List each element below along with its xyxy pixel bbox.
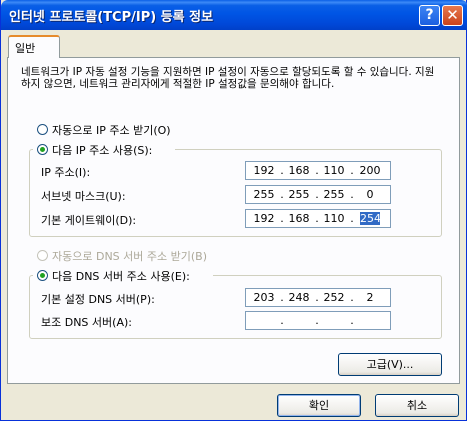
preferred-dns-octet-3: 252 (323, 291, 345, 304)
gateway-octet-3: 110 (323, 212, 345, 225)
preferred-dns-field[interactable]: 203 . 248 . 252 . 2 (245, 288, 391, 307)
octet-separator: . (350, 188, 354, 201)
octet-separator: . (350, 291, 354, 304)
tab-general[interactable]: 일반 (8, 35, 60, 58)
dialog-window: 인터넷 프로토콜(TCP/IP) 등록 정보 ? ✕ 일반 네트워크가 IP 자… (0, 0, 467, 421)
octet-separator: . (350, 212, 354, 225)
radio-manual-dns[interactable] (37, 270, 48, 281)
subnet-mask-label: 서브넷 마스크(U): (41, 190, 126, 203)
advanced-button[interactable]: 고급(V)... (338, 353, 442, 376)
ip-address-octet-1: 192 (253, 164, 275, 177)
gateway-label: 기본 게이트웨이(D): (41, 214, 137, 227)
alternate-dns-label: 보조 DNS 서버(A): (41, 316, 132, 329)
ok-button[interactable]: 확인 (277, 394, 361, 417)
radio-auto-dns-label[interactable]: 자동으로 DNS 서버 주소 받기(B) (52, 248, 207, 264)
radio-auto-dns[interactable] (37, 250, 48, 261)
ip-address-label: IP 주소(I): (41, 166, 91, 179)
subnet-octet-3: 255 (323, 188, 345, 201)
window-title: 인터넷 프로토콜(TCP/IP) 등록 정보 (9, 10, 214, 25)
radio-auto-ip-label[interactable]: 자동으로 IP 주소 받기(O) (52, 122, 171, 138)
radio-manual-ip[interactable] (37, 144, 48, 155)
ip-address-octet-2: 168 (288, 164, 310, 177)
description-text: 네트워크가 IP 자동 설정 기능을 지원하면 IP 설정이 자동으로 할당되도… (21, 66, 435, 90)
gateway-field[interactable]: 192 . 168 . 110 . 254 (245, 209, 391, 228)
title-bar[interactable]: 인터넷 프로토콜(TCP/IP) 등록 정보 ? ✕ (1, 0, 467, 30)
radio-manual-dns-label[interactable]: 다음 DNS 서버 주소 사용(E): (52, 268, 190, 284)
gateway-octet-4: 254 (360, 212, 381, 225)
subnet-octet-4: 0 (366, 188, 374, 201)
help-button[interactable]: ? (419, 5, 440, 26)
tab-general-label: 일반 (15, 42, 36, 55)
gateway-octet-2: 168 (288, 212, 310, 225)
octet-separator: . (315, 314, 319, 327)
preferred-dns-octet-2: 248 (288, 291, 310, 304)
ip-address-octet-3: 110 (323, 164, 345, 177)
ip-address-field[interactable]: 192 . 168 . 110 . 200 (245, 161, 391, 180)
subnet-octet-2: 255 (288, 188, 310, 201)
ip-address-octet-4: 200 (359, 164, 381, 177)
preferred-dns-label: 기본 설정 DNS 서버(P): (41, 293, 155, 306)
octet-separator: . (350, 314, 354, 327)
cancel-button[interactable]: 취소 (375, 394, 459, 417)
alternate-dns-field[interactable]: . . . (245, 311, 391, 330)
octet-separator: . (280, 314, 284, 327)
preferred-dns-octet-4: 2 (366, 291, 374, 304)
close-button[interactable]: ✕ (442, 5, 463, 26)
radio-auto-ip[interactable] (37, 124, 48, 135)
radio-manual-ip-label[interactable]: 다음 IP 주소 사용(S): (52, 142, 152, 158)
subnet-octet-1: 255 (253, 188, 275, 201)
preferred-dns-octet-1: 203 (253, 291, 275, 304)
gateway-octet-1: 192 (253, 212, 275, 225)
octet-separator: . (350, 164, 354, 177)
subnet-mask-field[interactable]: 255 . 255 . 255 . 0 (245, 185, 391, 204)
